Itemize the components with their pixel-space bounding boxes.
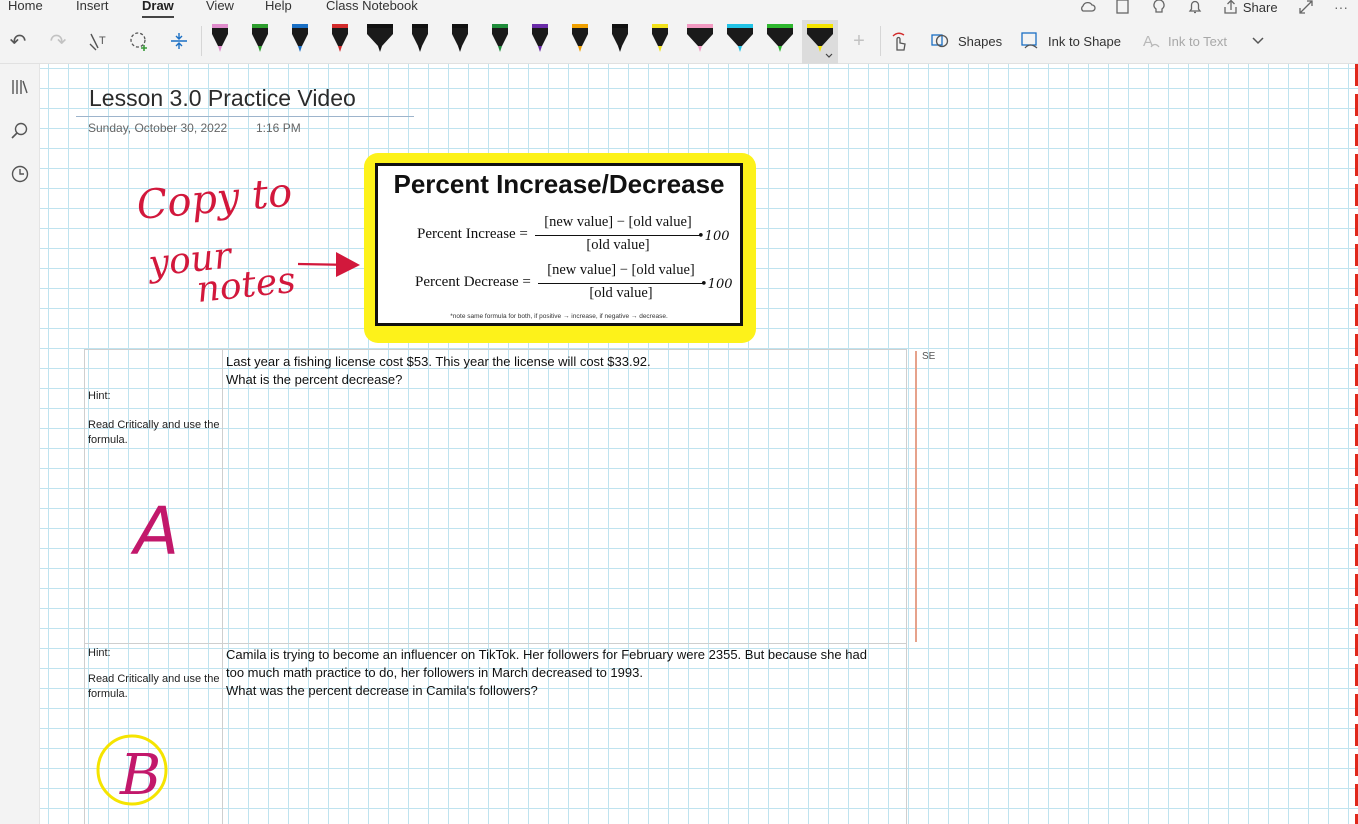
pen-15[interactable]: [762, 20, 798, 64]
tab-help[interactable]: Help: [265, 0, 292, 13]
lightbulb-icon[interactable]: [1151, 0, 1167, 18]
hint-text: Read Critically and use the formula.: [88, 673, 220, 700]
increase-denominator: [old value]: [586, 237, 650, 253]
shapes-button[interactable]: Shapes: [958, 34, 1002, 49]
sync-icon[interactable]: [1079, 0, 1097, 18]
side-label: SE: [922, 351, 936, 362]
formula-note: *note same formula for both, if positive…: [450, 313, 668, 320]
pen-14[interactable]: [722, 20, 758, 64]
page-time: 1:16 PM: [256, 121, 301, 135]
share-button[interactable]: Share: [1223, 0, 1278, 15]
ink-to-text-button[interactable]: Ink to Text: [1168, 34, 1227, 49]
shapes-icon: [930, 30, 950, 55]
pen-9[interactable]: [522, 20, 558, 64]
question-text[interactable]: Last year a fishing license cost $53. Th…: [226, 353, 651, 371]
decrease-label: Percent Decrease =: [415, 274, 531, 290]
chevron-down-icon[interactable]: [1245, 27, 1271, 55]
note-page-canvas[interactable]: Lesson 3.0 Practice Video Sunday, Octobe…: [40, 64, 1358, 824]
pen-16[interactable]: [802, 20, 838, 64]
column-divider: [222, 644, 223, 824]
fraction-bar: [535, 235, 701, 236]
pen-3[interactable]: [282, 20, 318, 64]
pen-1[interactable]: [202, 20, 238, 64]
increase-formula: Percent Increase = [new value] − [old va…: [378, 214, 740, 260]
pen-10[interactable]: [562, 20, 598, 64]
pen-12[interactable]: [642, 20, 678, 64]
ink-arrow: [297, 252, 360, 277]
recent-clock-icon[interactable]: [5, 159, 35, 189]
redo-icon[interactable]: ↷: [45, 27, 71, 55]
pen-8[interactable]: [482, 20, 518, 64]
search-icon[interactable]: [5, 116, 35, 146]
add-pen-icon[interactable]: +: [846, 27, 872, 55]
svg-text:T: T: [99, 35, 106, 47]
ink-to-shape-button[interactable]: Ink to Shape: [1048, 34, 1121, 49]
tab-draw[interactable]: Draw: [142, 0, 174, 18]
tab-class-notebook[interactable]: Class Notebook: [326, 0, 418, 13]
ink-to-shape-icon: [1020, 30, 1040, 55]
notebook-icon[interactable]: [1115, 0, 1131, 18]
page-date: Sunday, October 30, 2022: [88, 121, 228, 135]
notebooks-icon[interactable]: [5, 72, 35, 102]
more-options-icon[interactable]: ···: [1334, 0, 1348, 15]
fullscreen-icon[interactable]: [1298, 0, 1314, 18]
svg-text:A: A: [1143, 33, 1153, 50]
onenote-window: Home Insert Draw View Help Class Noteboo…: [0, 0, 1358, 824]
type-select-icon[interactable]: T: [86, 27, 112, 55]
pen-6[interactable]: [402, 20, 438, 64]
tab-insert[interactable]: Insert: [76, 0, 109, 13]
ink-copy-note: your: [145, 235, 235, 285]
question-text[interactable]: What was the percent decrease in Camila'…: [226, 682, 538, 700]
problem-table-1[interactable]: [84, 349, 907, 644]
pen-4[interactable]: [322, 20, 358, 64]
page-title[interactable]: Lesson 3.0 Practice Video: [89, 85, 356, 112]
lasso-select-icon[interactable]: [126, 27, 152, 55]
pen-11[interactable]: [602, 20, 638, 64]
fraction-bar: [538, 283, 704, 284]
hint-text: Read Critically and use the formula.: [88, 419, 220, 446]
decrease-numerator: [new value] − [old value]: [547, 262, 695, 278]
formula-card-title: Percent Increase/Decrease: [393, 169, 725, 199]
question-text[interactable]: What is the percent decrease?: [226, 371, 402, 389]
ribbon-tabs: Home Insert Draw View Help Class Noteboo…: [0, 0, 1358, 18]
tab-home[interactable]: Home: [8, 0, 43, 13]
title-underline: [76, 116, 414, 117]
question-text[interactable]: Camila is trying to become an influencer…: [226, 646, 867, 664]
ink-to-text-icon: A: [1141, 30, 1161, 55]
pen-7[interactable]: [442, 20, 478, 64]
ink-copy-note: notes: [195, 260, 298, 311]
pen-5[interactable]: [362, 20, 398, 64]
draw-toolbar: ↶ ↷ T + Shapes Ink to Shape A Ink to Tex…: [0, 18, 1358, 64]
left-navigation: [0, 64, 40, 824]
decrease-denominator: [old value]: [589, 285, 653, 301]
side-marker-bar: [915, 351, 917, 642]
increase-label: Percent Increase =: [417, 226, 528, 242]
hint-title: Hint:: [88, 647, 111, 659]
increase-numerator: [new value] − [old value]: [544, 214, 692, 230]
hint-title: Hint:: [88, 390, 111, 402]
touch-draw-icon[interactable]: [887, 27, 913, 55]
decrease-formula: Percent Decrease = [new value] − [old va…: [378, 262, 740, 308]
add-space-icon[interactable]: [166, 27, 192, 55]
formula-card[interactable]: Percent Increase/Decrease Percent Increa…: [375, 163, 743, 326]
pen-2[interactable]: [242, 20, 278, 64]
bell-icon[interactable]: [1187, 0, 1203, 18]
question-text[interactable]: too much math practice to do, her follow…: [226, 664, 643, 682]
ink-copy-note: Copy to: [135, 170, 294, 229]
share-label: Share: [1242, 0, 1278, 15]
column-divider: [222, 350, 223, 643]
undo-icon[interactable]: ↶: [5, 27, 31, 55]
tab-view[interactable]: View: [206, 0, 234, 13]
pen-13[interactable]: [682, 20, 718, 64]
